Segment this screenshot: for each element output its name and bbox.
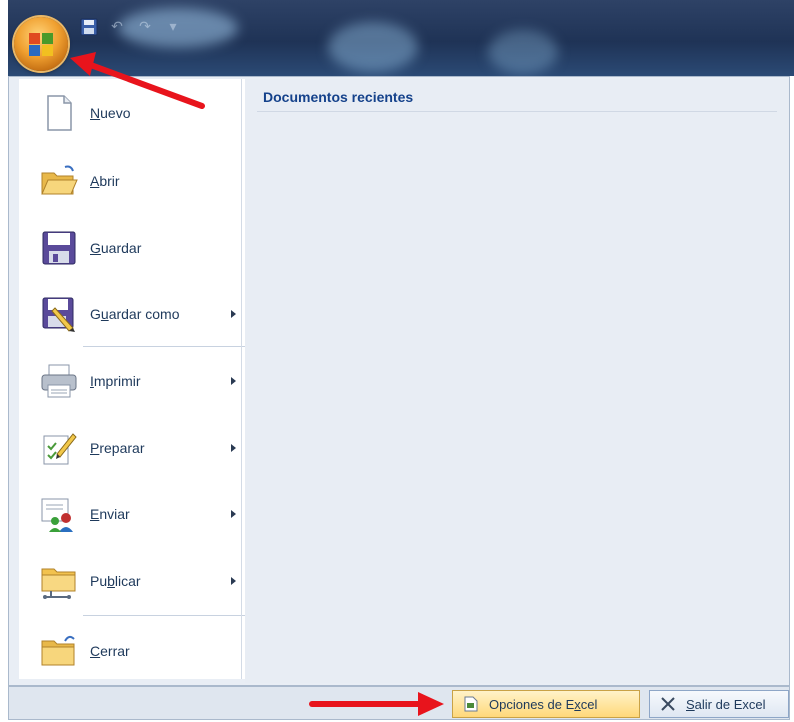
menu-item-label: Imprimir <box>90 373 141 389</box>
open-folder-icon <box>41 165 78 195</box>
excel-window: ↶ ↷ ▾ Nuevo Abrir Guardar Guardar como I… <box>0 0 794 722</box>
office-button[interactable] <box>14 17 68 71</box>
customize-qat-button[interactable]: ▾ <box>162 16 184 38</box>
recent-documents-title: Documentos recientes <box>263 89 414 105</box>
menu-item-abrir[interactable]: Abrir <box>19 151 251 211</box>
options-document-icon <box>464 696 478 712</box>
office-logo-icon <box>29 33 53 56</box>
title-bar: ↶ ↷ ▾ <box>8 0 794 76</box>
dropdown-arrow-icon: ▾ <box>169 19 177 35</box>
menu-divider <box>83 615 249 616</box>
menu-item-preparar[interactable]: Preparar <box>19 418 251 478</box>
new-document-icon <box>47 95 72 131</box>
save-icon <box>42 231 76 265</box>
recent-documents-rule <box>257 111 777 112</box>
prepare-icon <box>43 433 77 465</box>
menu-column-separator <box>241 79 242 679</box>
submenu-arrow-icon <box>231 577 236 585</box>
redo-icon: ↷ <box>139 19 151 35</box>
menu-item-enviar[interactable]: Enviar <box>19 484 251 544</box>
menu-item-label: Preparar <box>90 440 145 456</box>
menu-item-imprimir[interactable]: Imprimir <box>19 351 251 411</box>
printer-icon <box>41 364 77 398</box>
menu-item-guardar-como[interactable]: Guardar como <box>19 284 251 344</box>
send-icon <box>41 498 73 532</box>
quick-access-toolbar: ↶ ↷ ▾ <box>78 14 184 40</box>
menu-item-label: Guardar como <box>90 306 180 322</box>
recent-documents-panel: Documentos recientes <box>245 79 789 683</box>
menu-item-guardar[interactable]: Guardar <box>19 218 251 278</box>
save-icon <box>80 18 98 36</box>
redo-button[interactable]: ↷ <box>134 16 156 38</box>
exit-excel-button[interactable]: Salir de Excel <box>649 690 789 718</box>
undo-icon: ↶ <box>111 19 123 35</box>
menu-item-label: Abrir <box>90 173 120 189</box>
submenu-arrow-icon <box>231 510 236 518</box>
menu-item-label: Guardar <box>90 240 142 256</box>
menu-item-nuevo[interactable]: Nuevo <box>19 83 251 143</box>
office-menu: Nuevo Abrir Guardar Guardar como Imprimi… <box>8 76 790 686</box>
submenu-arrow-icon <box>231 377 236 385</box>
menu-divider <box>83 346 249 347</box>
exit-excel-label: Salir de Excel <box>686 696 766 712</box>
menu-footer: Opciones de Excel Salir de Excel <box>8 686 790 720</box>
close-folder-icon <box>41 635 75 666</box>
save-as-icon <box>42 297 75 332</box>
menu-commands: Nuevo Abrir Guardar Guardar como Imprimi… <box>19 79 251 679</box>
menu-item-label: Enviar <box>90 506 130 522</box>
close-icon <box>661 697 675 711</box>
submenu-arrow-icon <box>231 310 236 318</box>
menu-item-cerrar[interactable]: Cerrar <box>19 621 251 681</box>
save-quick-button[interactable] <box>78 16 100 38</box>
excel-options-label: Opciones de Excel <box>489 696 598 712</box>
undo-button[interactable]: ↶ <box>106 16 128 38</box>
menu-item-label: Publicar <box>90 573 141 589</box>
submenu-arrow-icon <box>231 444 236 452</box>
menu-item-label: Cerrar <box>90 643 130 659</box>
excel-options-button[interactable]: Opciones de Excel <box>452 690 640 718</box>
menu-item-publicar[interactable]: Publicar <box>19 551 251 611</box>
menu-item-label: Nuevo <box>90 105 131 121</box>
publish-icon <box>41 568 76 599</box>
